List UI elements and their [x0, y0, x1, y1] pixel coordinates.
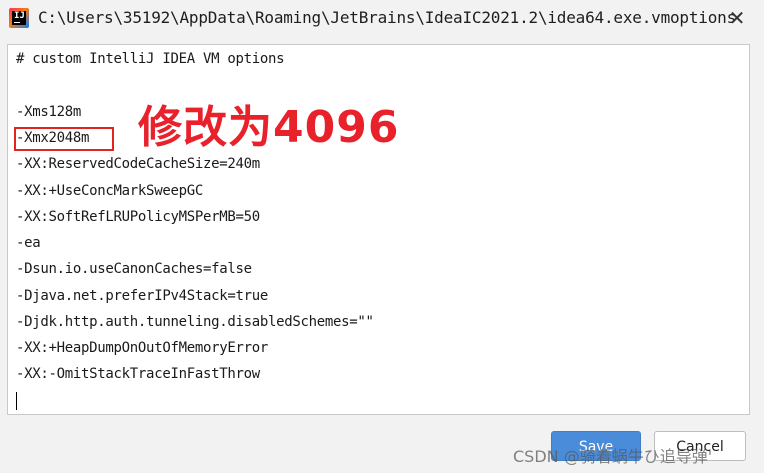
editor-line: -ea: [16, 235, 41, 251]
intellij-idea-icon: IJ: [9, 8, 29, 28]
close-icon[interactable]: ✕: [725, 6, 749, 30]
watermark: CSDN @骑着蜗牛ひ追导弹': [513, 447, 713, 466]
editor-line: -XX:+HeapDumpOnOutOfMemoryError: [16, 340, 268, 356]
annotation-text: 修改为4096: [138, 102, 400, 153]
editor-line: # custom IntelliJ IDEA VM options: [16, 51, 285, 67]
editor-line: -XX:+UseConcMarkSweepGC: [16, 183, 203, 199]
title-bar: IJ C:\Users\35192\AppData\Roaming\JetBra…: [0, 0, 764, 40]
window-title: C:\Users\35192\AppData\Roaming\JetBrains…: [38, 8, 737, 27]
editor-line: -XX:SoftRefLRUPolicyMSPerMB=50: [16, 209, 260, 225]
xmx-highlight-box: [14, 127, 114, 151]
editor-line: -Djava.net.preferIPv4Stack=true: [16, 288, 268, 304]
vmoptions-editor[interactable]: # custom IntelliJ IDEA VM options -Xms12…: [7, 44, 750, 415]
editor-line: -Djdk.http.auth.tunneling.disabledScheme…: [16, 314, 374, 330]
editor-line: -XX:-OmitStackTraceInFastThrow: [16, 366, 260, 382]
editor-line: -Dsun.io.useCanonCaches=false: [16, 261, 252, 277]
text-caret: [16, 392, 17, 410]
editor-line: -Xms128m: [16, 104, 82, 120]
editor-line: -XX:ReservedCodeCacheSize=240m: [16, 156, 260, 172]
